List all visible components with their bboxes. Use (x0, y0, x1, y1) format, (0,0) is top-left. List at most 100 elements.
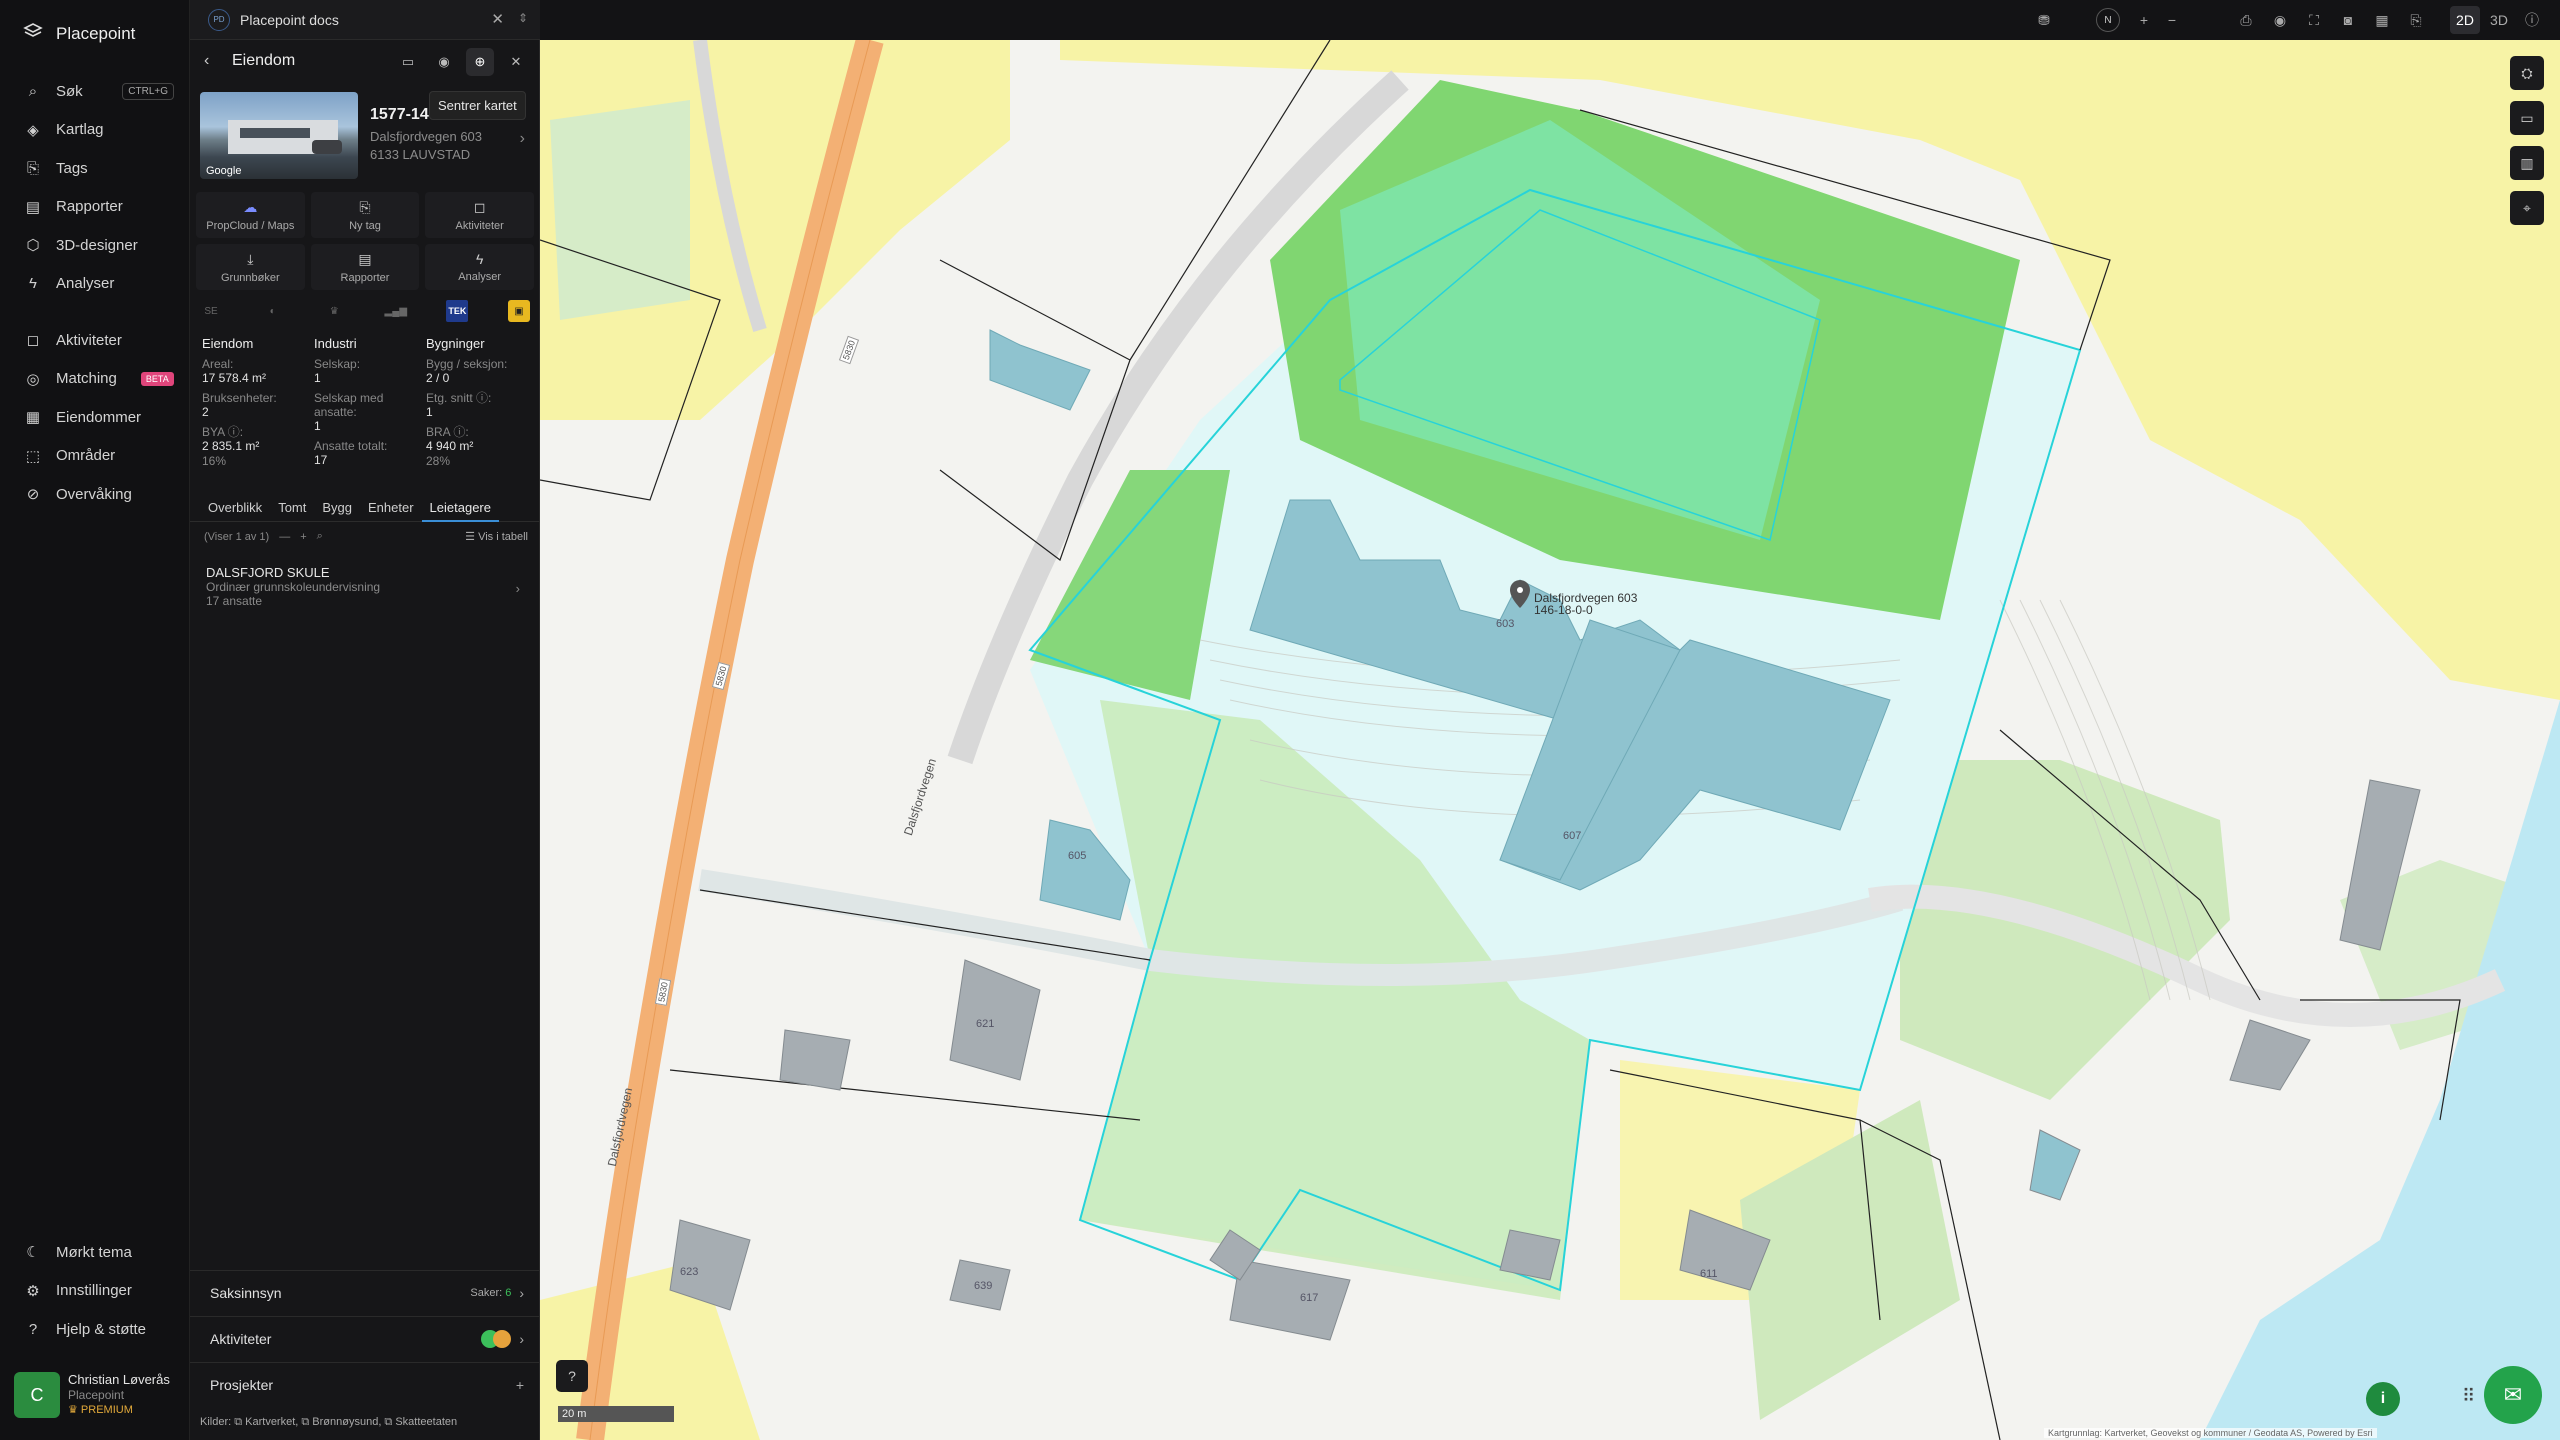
property-address[interactable]: Dalsfjordvegen 603 6133 LAUVSTAD (370, 128, 482, 164)
chevron-right-icon[interactable]: › (520, 130, 525, 148)
chart-tool-icon[interactable]: ▥ (2510, 146, 2544, 180)
close-icon[interactable]: ✕ (491, 10, 504, 28)
section-saksinnsyn[interactable]: Saksinnsyn Saker: 6 › (190, 1270, 540, 1314)
zoom-in-icon[interactable]: + (2132, 8, 2156, 32)
help-icon: ? (28, 1320, 38, 1338)
house-number: 617 (1300, 1292, 1319, 1304)
nav-item-3d-designer[interactable]: ⬡ 3D-designer (0, 226, 190, 265)
eye-icon[interactable]: ◉ (2268, 8, 2292, 32)
grunnboker-button[interactable]: ⤓ Grunnbøker (196, 244, 305, 290)
measure-tool-icon[interactable]: ▭ (2510, 101, 2544, 135)
nav-item-aktiviteter[interactable]: ◻ Aktiviteter (0, 321, 190, 360)
nav-item-search[interactable]: ⌕ Søk CTRL+G (0, 72, 190, 111)
nav-item-dark-theme[interactable]: ☾ Mørkt tema (0, 1233, 190, 1272)
tek-logo-icon[interactable]: TEK (446, 300, 469, 322)
tab-enheter[interactable]: Enheter (360, 498, 422, 522)
nav-item-overvaking[interactable]: ⊘ Overvåking (0, 475, 190, 514)
avatar: C (14, 1372, 60, 1418)
back-icon[interactable]: ‹ (204, 52, 209, 70)
nav-item-omrader[interactable]: ⬚ Områder (0, 437, 190, 476)
nav-item-matching[interactable]: ◎ Matching BETA (0, 360, 190, 399)
tab-leietagere[interactable]: Leietagere (421, 498, 499, 522)
analysis-tool-icon[interactable]: ⌖ (2510, 191, 2544, 225)
analyser-button[interactable]: ϟ Analyser (425, 244, 534, 290)
tab-tomt[interactable]: Tomt (270, 498, 314, 522)
mode-3d-toggle[interactable]: 3D (2484, 6, 2514, 34)
add-project-icon[interactable]: + (516, 1377, 524, 1393)
property-tabs: Overblikk Tomt Bygg Enheter Leietagere (190, 498, 540, 522)
brand[interactable]: Placepoint (22, 20, 135, 47)
print-icon[interactable]: ⎙ (2234, 8, 2258, 32)
nav-item-rapporter[interactable]: ▤ Rapporter (0, 188, 190, 227)
center-map-icon[interactable]: ⊕ (466, 48, 494, 76)
house-number: 623 (680, 1266, 699, 1278)
bars-logo-icon[interactable]: ▂▄▆ (385, 300, 407, 322)
collapse-icon[interactable]: — (279, 531, 290, 543)
section-aktiviteter[interactable]: Aktiviteter › (190, 1316, 540, 1360)
user-card[interactable]: C Christian Løverås Placepoint ♛ PREMIUM (14, 1372, 180, 1424)
chat-button[interactable]: ✉ (2484, 1366, 2542, 1424)
nav-item-tags[interactable]: ⎘ Tags (0, 149, 190, 188)
camera-icon[interactable]: ◙ (2336, 8, 2360, 32)
layers-tool-icon[interactable]: ⛭ (2510, 56, 2544, 90)
nav-item-kartlag[interactable]: ◈ Kartlag (0, 111, 190, 150)
user-name: Christian Løverås (68, 1372, 170, 1387)
crown-logo-icon[interactable]: ♛ (323, 300, 345, 322)
chevron-updown-icon[interactable]: ⇕ (518, 11, 528, 25)
nav-item-eiendommer[interactable]: ▦ Eiendommer (0, 398, 190, 437)
mode-2d-toggle[interactable]: 2D (2450, 6, 2480, 34)
chart-icon: ▤ (358, 250, 372, 267)
action-grid: ☁ PropCloud / Maps ⎘ Ny tag ◻ Aktiviteter ⤓… (196, 192, 534, 290)
zoom-out-icon[interactable]: − (2160, 8, 2184, 32)
nav-item-settings[interactable]: ⚙ Innstillinger (0, 1272, 190, 1311)
add-icon[interactable]: + (300, 531, 306, 543)
main-nav: Placepoint ⌕ Søk CTRL+G ◈ Kartlag ⎘ Tags ▤ Ra… (0, 0, 190, 1440)
moon-icon: ☾ (26, 1244, 40, 1262)
bolt-icon: ϟ (475, 251, 484, 267)
property-panel: PD Placepoint docs ✕ ⇕ ‹ Eiendom ▭ ◉ ⊕ ✕… (190, 0, 540, 1440)
cloud-icon: ☁ (243, 198, 258, 215)
docs-tab-title: Placepoint docs (240, 11, 339, 28)
info-button[interactable]: i (2366, 1382, 2400, 1416)
section-prosjekter[interactable]: Prosjekter + (190, 1362, 540, 1406)
grid-icon[interactable]: ▦ (2370, 8, 2394, 32)
info-icon[interactable]: ⓘ (2520, 8, 2544, 32)
activities-button[interactable]: ◻ Aktiviteter (425, 192, 534, 238)
bookmark-icon[interactable]: ⎘ (2404, 8, 2428, 32)
yellow-logo-icon[interactable]: ▣ (507, 300, 530, 322)
user-location-icon[interactable]: ⛃ (2032, 8, 2056, 32)
list-item[interactable]: DALSFJORD SKULE Ordinær grunnskoleunderv… (206, 566, 526, 609)
property-photo[interactable]: Google (200, 92, 358, 179)
docs-tab[interactable]: PD Placepoint docs ✕ ⇕ (190, 0, 540, 40)
se-logo-icon[interactable]: SE (200, 300, 222, 322)
id-card-icon[interactable]: ▭ (394, 48, 422, 76)
view-in-table-button[interactable]: ☰ Vis i tabell (465, 530, 528, 543)
user-org: Placepoint (68, 1388, 125, 1402)
chat-icon: ◻ (473, 198, 486, 215)
bookmark-icon: ⎘ (359, 198, 371, 215)
tab-overblikk[interactable]: Overblikk (200, 498, 270, 522)
house-number: 639 (974, 1280, 993, 1292)
close-icon[interactable]: ✕ (502, 48, 530, 76)
nav-item-analyser[interactable]: ϟ Analyser (0, 265, 190, 304)
cube-icon: ⬡ (26, 237, 40, 255)
search-icon[interactable]: ⌕ (317, 530, 323, 543)
house-number: 603 (1496, 618, 1515, 630)
propcloud-button[interactable]: ☁ PropCloud / Maps (196, 192, 305, 238)
scale-bar: 20 m (558, 1406, 674, 1422)
fullscreen-icon[interactable]: ⛶ (2302, 8, 2326, 32)
shortcut-badge: CTRL+G (122, 82, 174, 100)
nav-item-help[interactable]: ? Hjelp & støtte (0, 1310, 190, 1349)
tab-bygg[interactable]: Bygg (314, 498, 360, 522)
map-canvas[interactable]: Dalsfjordvegen 603 146-18-0-0 603 605 60… (540, 0, 2560, 1440)
chevron-right-icon: › (515, 581, 520, 596)
map-attribution: Kartgrunnlag: Kartverket, Geovekst og ko… (2044, 1428, 2377, 1438)
compass-icon[interactable]: N (2096, 8, 2120, 32)
help-icon[interactable]: ? (556, 1360, 588, 1392)
globe-logo-icon[interactable]: ◐ (262, 300, 284, 322)
map-toolbar: ⛃ N + − ⎙ ◉ ⛶ ◙ ▦ ⎘ 2D 3D ⓘ (540, 0, 2560, 40)
reports-button[interactable]: ▤ Rapporter (310, 244, 420, 290)
eye-icon[interactable]: ◉ (430, 48, 458, 76)
drag-handle-icon[interactable]: ⠿ (2462, 1386, 2475, 1407)
new-tag-button[interactable]: ⎘ Ny tag (310, 192, 420, 238)
